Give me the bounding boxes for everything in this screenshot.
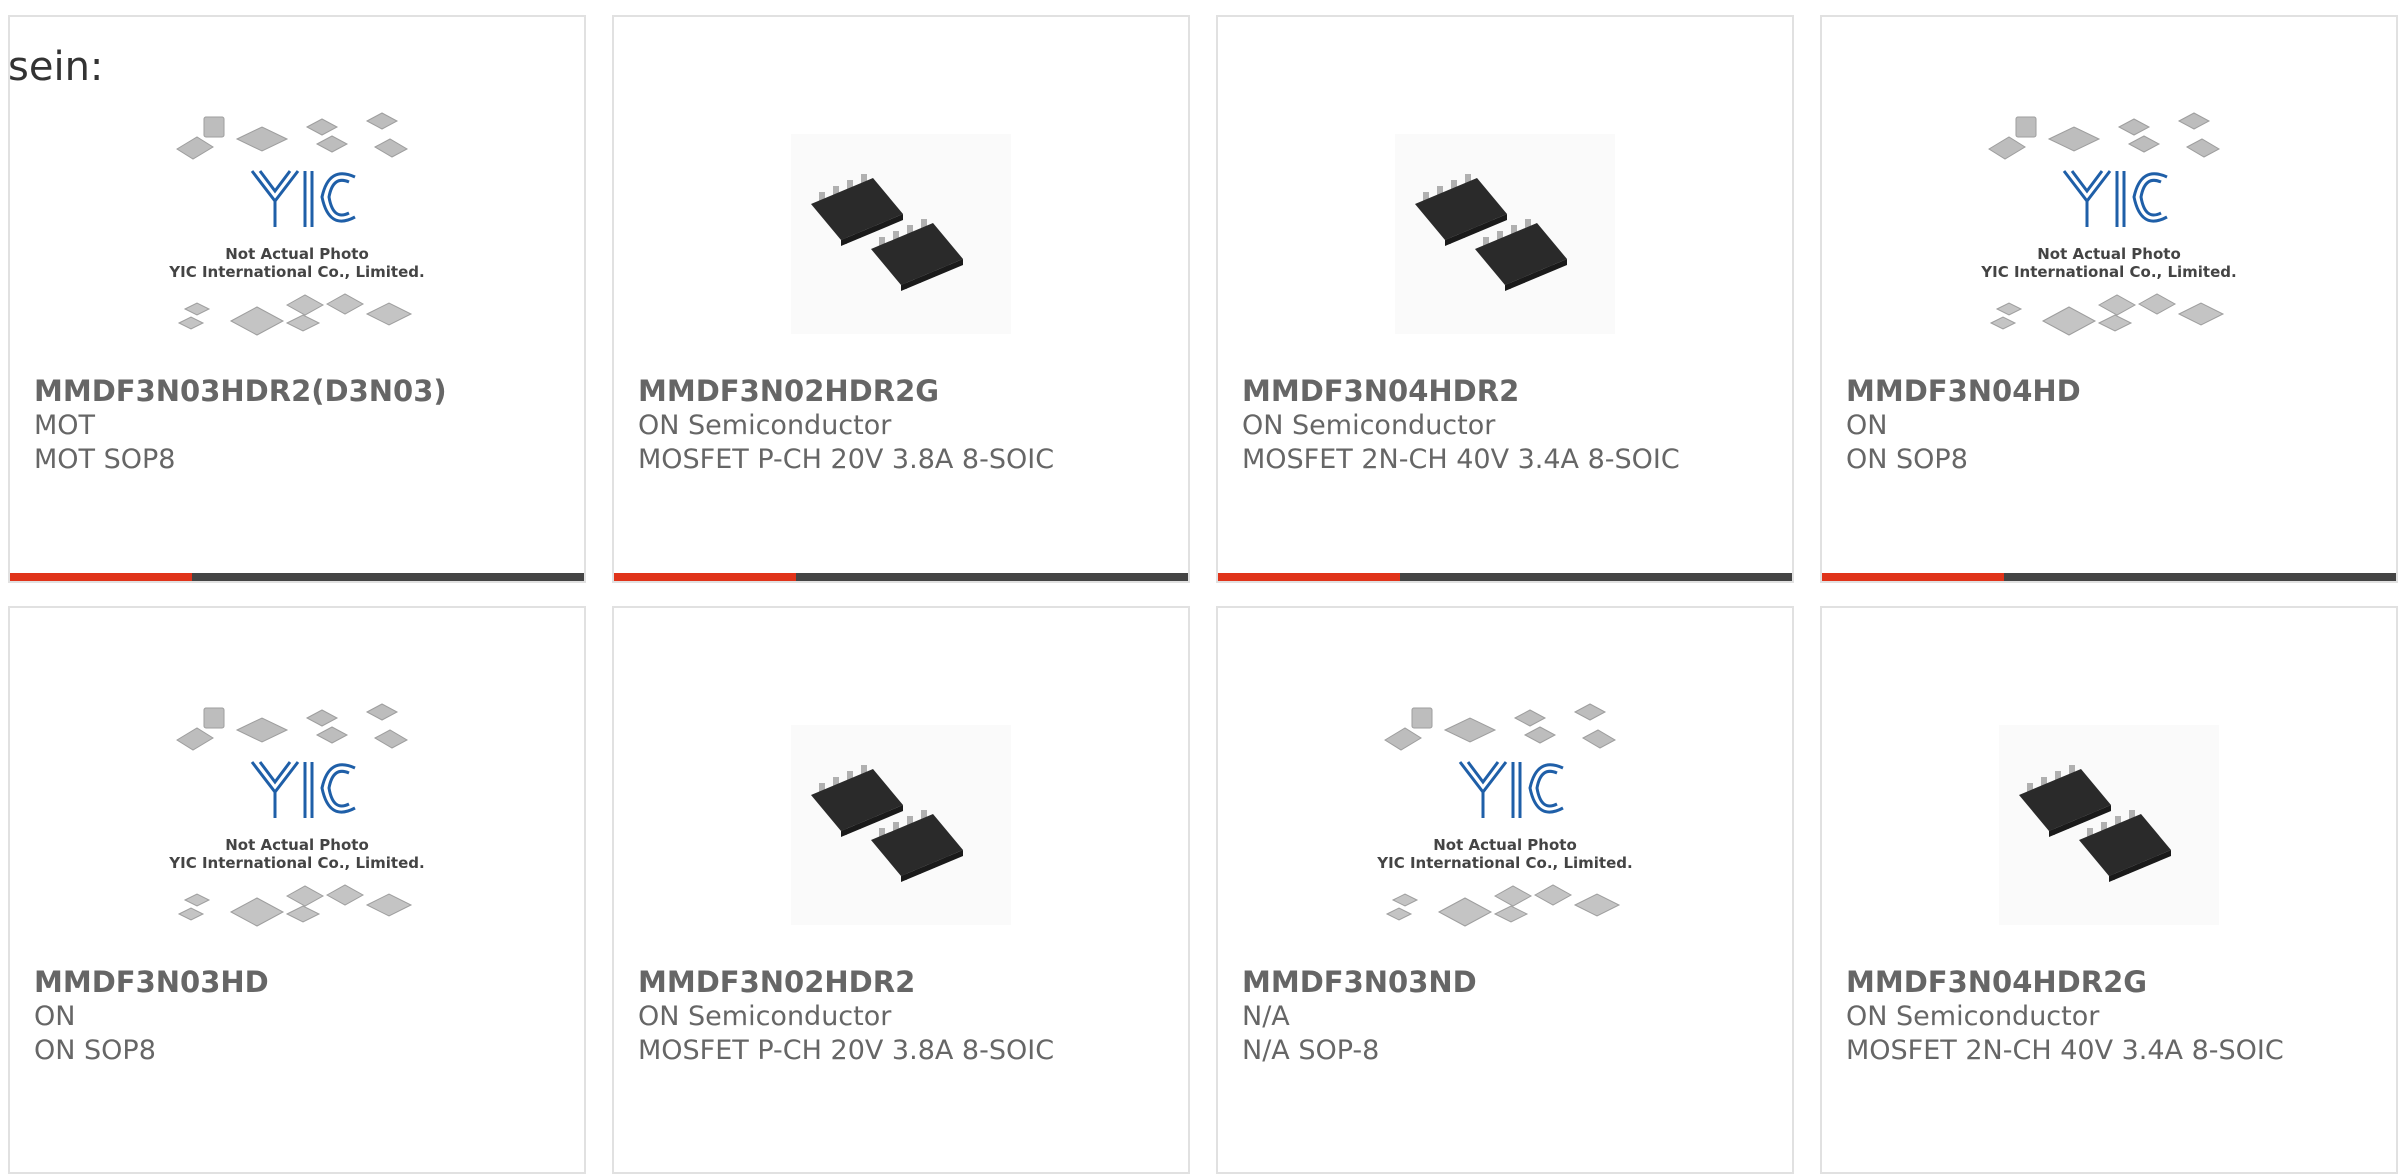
product-part-number[interactable]: MMDF3N04HDR2: [1242, 373, 1780, 409]
product-manufacturer: N/A: [1242, 1001, 1290, 1032]
product-manufacturer: ON: [1846, 410, 1888, 441]
product-description: MOT SOP8: [34, 444, 176, 475]
product-part-number[interactable]: MMDF3N04HDR2G: [1846, 964, 2384, 1000]
placeholder-caption-line1: Not Actual Photo: [225, 836, 369, 854]
product-card[interactable]: Not Actual Photo YIC International Co., …: [8, 15, 586, 583]
product-image-placeholder[interactable]: Not Actual Photo YIC International Co., …: [10, 101, 584, 367]
product-image-chip[interactable]: [614, 101, 1188, 367]
card-bottom-bar: [1218, 573, 1792, 581]
placeholder-caption-line2: YIC International Co., Limited.: [168, 263, 424, 281]
product-manufacturer: MOT: [34, 410, 96, 441]
product-description: N/A SOP-8: [1242, 1035, 1380, 1066]
placeholder-caption-line1: Not Actual Photo: [2037, 245, 2181, 263]
placeholder-photo-icon: Not Actual Photo YIC International Co., …: [168, 112, 425, 336]
card-accent-bar: [1822, 573, 2004, 581]
card-bottom-bar: [1822, 573, 2396, 581]
product-description: ON SOP8: [1846, 444, 1968, 475]
product-manufacturer: ON Semiconductor: [1242, 410, 1496, 441]
product-part-number[interactable]: MMDF3N02HDR2G: [638, 373, 1176, 409]
product-card[interactable]: Not Actual Photo YIC International Co., …: [1216, 606, 1794, 1174]
product-manufacturer: ON Semiconductor: [1846, 1001, 2100, 1032]
card-bottom-bar: [10, 573, 584, 581]
product-description: MOSFET 2N-CH 40V 3.4A 8-SOIC: [1242, 444, 1680, 475]
product-description: MOSFET 2N-CH 40V 3.4A 8-SOIC: [1846, 1035, 2284, 1066]
soic8-chip-photo-icon: [791, 134, 1011, 334]
placeholder-caption-line2: YIC International Co., Limited.: [168, 854, 424, 872]
product-part-number[interactable]: MMDF3N03HDR2(D3N03): [34, 373, 572, 409]
product-card[interactable]: MMDF3N02HDR2 ON Semiconductor MOSFET P-C…: [612, 606, 1190, 1174]
product-manufacturer: ON: [34, 1001, 76, 1032]
product-image-placeholder[interactable]: Not Actual Photo YIC International Co., …: [1822, 101, 2396, 367]
placeholder-photo-icon: Not Actual Photo YIC International Co., …: [1980, 112, 2237, 336]
product-card[interactable]: MMDF3N04HDR2G ON Semiconductor MOSFET 2N…: [1820, 606, 2398, 1174]
soic8-chip-photo-icon: [791, 725, 1011, 925]
product-card[interactable]: Not Actual Photo YIC International Co., …: [8, 606, 586, 1174]
card-accent-bar: [1218, 573, 1400, 581]
intro-text: sein:: [8, 44, 104, 90]
product-image-placeholder[interactable]: Not Actual Photo YIC International Co., …: [1218, 692, 1792, 958]
placeholder-photo-icon: Not Actual Photo YIC International Co., …: [1376, 703, 1633, 927]
placeholder-caption-line1: Not Actual Photo: [1433, 836, 1577, 854]
product-image-placeholder[interactable]: Not Actual Photo YIC International Co., …: [10, 692, 584, 958]
product-image-chip[interactable]: [1822, 692, 2396, 958]
card-bottom-bar: [614, 573, 1188, 581]
card-accent-bar: [10, 573, 192, 581]
soic8-chip-photo-icon: [1999, 725, 2219, 925]
product-description: MOSFET P-CH 20V 3.8A 8-SOIC: [638, 444, 1055, 475]
product-part-number[interactable]: MMDF3N03HD: [34, 964, 572, 1000]
placeholder-photo-icon: Not Actual Photo YIC International Co., …: [168, 703, 425, 927]
product-manufacturer: ON Semiconductor: [638, 410, 892, 441]
soic8-chip-photo-icon: [1395, 134, 1615, 334]
placeholder-caption-line2: YIC International Co., Limited.: [1980, 263, 2236, 281]
placeholder-caption-line2: YIC International Co., Limited.: [1376, 854, 1632, 872]
product-description: ON SOP8: [34, 1035, 156, 1066]
placeholder-caption-line1: Not Actual Photo: [225, 245, 369, 263]
product-part-number[interactable]: MMDF3N04HD: [1846, 373, 2384, 409]
product-image-chip[interactable]: [1218, 101, 1792, 367]
product-card[interactable]: MMDF3N04HDR2 ON Semiconductor MOSFET 2N-…: [1216, 15, 1794, 583]
product-part-number[interactable]: MMDF3N03ND: [1242, 964, 1780, 1000]
product-card[interactable]: Not Actual Photo YIC International Co., …: [1820, 15, 2398, 583]
product-part-number[interactable]: MMDF3N02HDR2: [638, 964, 1176, 1000]
product-description: MOSFET P-CH 20V 3.8A 8-SOIC: [638, 1035, 1055, 1066]
card-accent-bar: [614, 573, 796, 581]
product-image-chip[interactable]: [614, 692, 1188, 958]
product-manufacturer: ON Semiconductor: [638, 1001, 892, 1032]
product-card[interactable]: MMDF3N02HDR2G ON Semiconductor MOSFET P-…: [612, 15, 1190, 583]
